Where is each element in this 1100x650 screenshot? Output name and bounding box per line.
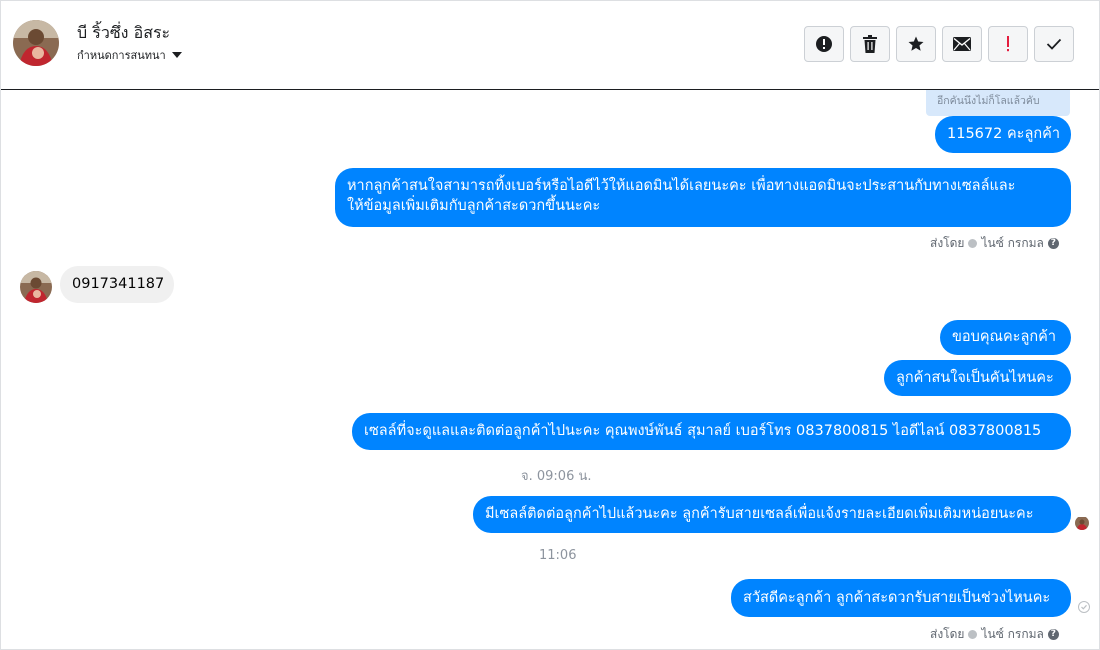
check-icon: [1046, 38, 1062, 50]
sender-name[interactable]: ไนซ์ กรกมล: [981, 234, 1043, 253]
sent-check-icon: [1078, 601, 1090, 613]
message-line: ให้ข้อมูลเพิ่มเติมกับลูกค้าสะดวกขึ้นนะคะ: [347, 198, 601, 214]
message-bubble-outgoing[interactable]: เซลล์ที่จะดูแลและติดต่อลูกค้าไปนะคะ คุณพ…: [352, 413, 1071, 450]
sent-by-label: ส่งโดย ไนซ์ กรกมล ?: [930, 625, 1059, 644]
assign-conversation-dropdown[interactable]: กำหนดการสนทนา: [77, 46, 182, 64]
delete-button[interactable]: [850, 26, 890, 62]
contact-name[interactable]: บี ริ้วซึ่ง อิสระ: [77, 21, 170, 46]
contact-avatar[interactable]: [13, 20, 59, 66]
report-button[interactable]: [804, 26, 844, 62]
message-thread[interactable]: อีกคันนึงไม่ก็โลแล้วคับ 115672 คะลูกค้า …: [1, 90, 1099, 649]
help-icon[interactable]: ?: [1047, 238, 1059, 249]
star-icon: [908, 36, 924, 51]
trash-icon: [863, 35, 877, 53]
message-bubble-incoming[interactable]: 0917341187: [60, 266, 174, 303]
done-button[interactable]: [1034, 26, 1074, 62]
message-bubble-outgoing[interactable]: 115672 คะลูกค้า: [935, 116, 1071, 153]
important-button[interactable]: [988, 26, 1028, 62]
message-timestamp: จ. 09:06 น.: [521, 469, 592, 484]
caret-down-icon: [171, 52, 182, 58]
previous-message-partial: อีกคันนึงไม่ก็โลแล้วคับ: [926, 90, 1070, 116]
message-line: หากลูกค้าสนใจสามารถทิ้งเบอร์หรือไอดีไว้ใ…: [347, 178, 1016, 194]
sender-dot-icon: [968, 630, 978, 639]
star-button[interactable]: [896, 26, 936, 62]
seen-avatar: [1075, 516, 1089, 530]
assign-label: กำหนดการสนทนา: [77, 49, 166, 62]
message-bubble-outgoing[interactable]: มีเซลล์ติดต่อลูกค้าไปแล้วนะคะ ลูกค้ารับส…: [473, 496, 1071, 533]
sent-by-prefix: ส่งโดย: [930, 627, 965, 641]
exclamation-icon: [1007, 36, 1009, 52]
alert-circle-icon: [816, 36, 832, 52]
conversation-header: บี ริ้วซึ่ง อิสระ กำหนดการสนทนา: [1, 1, 1099, 90]
sender-name[interactable]: ไนซ์ กรกมล: [981, 625, 1043, 644]
help-icon[interactable]: ?: [1047, 629, 1059, 640]
header-toolbar: [804, 26, 1074, 62]
sender-dot-icon: [968, 239, 978, 248]
message-bubble-outgoing[interactable]: สวัสดีคะลูกค้า ลูกค้าสะดวกรับสายเป็นช่วง…: [731, 579, 1071, 617]
message-bubble-outgoing[interactable]: ลูกค้าสนใจเป็นคันไหนคะ: [884, 360, 1071, 396]
sent-by-prefix: ส่งโดย: [930, 236, 965, 250]
mark-unread-button[interactable]: [942, 26, 982, 62]
contact-avatar-small: [20, 271, 52, 303]
message-bubble-outgoing[interactable]: ขอบคุณคะลูกค้า: [940, 320, 1071, 355]
message-timestamp: 11:06: [539, 548, 577, 563]
message-bubble-outgoing[interactable]: หากลูกค้าสนใจสามารถทิ้งเบอร์หรือไอดีไว้ใ…: [335, 168, 1071, 227]
envelope-icon: [953, 37, 971, 51]
sent-by-label: ส่งโดย ไนซ์ กรกมล ?: [930, 234, 1059, 253]
messenger-window: บี ริ้วซึ่ง อิสระ กำหนดการสนทนา อีกคันนึ…: [0, 0, 1100, 650]
